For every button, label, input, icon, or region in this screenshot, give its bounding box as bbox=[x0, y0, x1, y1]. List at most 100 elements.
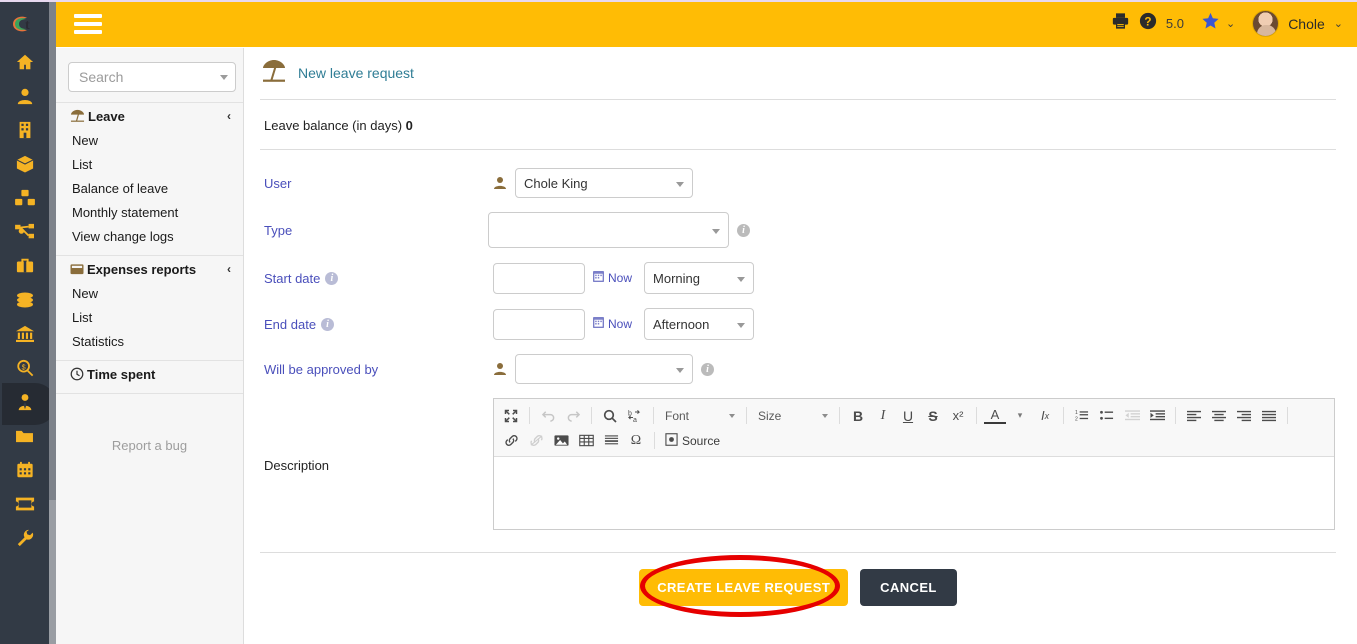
rail-item-hrm[interactable] bbox=[0, 383, 56, 425]
replace-icon[interactable]: ba bbox=[624, 405, 646, 427]
rail-scrollbar[interactable] bbox=[49, 0, 56, 644]
info-icon[interactable]: i bbox=[325, 271, 339, 285]
rail-item-stock[interactable] bbox=[0, 183, 49, 217]
chevron-down-icon[interactable] bbox=[712, 229, 720, 234]
unlink-icon[interactable] bbox=[525, 430, 547, 452]
rail-item-accounting[interactable] bbox=[0, 319, 49, 353]
rail-item-commercial[interactable] bbox=[0, 217, 49, 251]
chevron-down-icon[interactable] bbox=[737, 277, 746, 282]
source-button[interactable]: Source bbox=[662, 430, 723, 452]
chevron-left-icon[interactable]: ‹ bbox=[227, 262, 231, 276]
user-select[interactable]: Chole King bbox=[515, 168, 693, 198]
info-icon[interactable]: i bbox=[701, 362, 714, 376]
editor-body[interactable] bbox=[494, 457, 1334, 529]
rail-item-members[interactable] bbox=[0, 81, 49, 115]
search-box[interactable] bbox=[68, 62, 236, 92]
find-icon[interactable] bbox=[599, 405, 621, 427]
bookmarks-caret-icon[interactable]: ⌄ bbox=[1226, 17, 1235, 30]
rail-item-tickets[interactable] bbox=[0, 489, 49, 523]
menu-head-expenses-reports[interactable]: Expenses reports ‹ bbox=[56, 256, 243, 282]
undo-icon[interactable] bbox=[537, 405, 559, 427]
user-menu-caret-icon[interactable]: ⌄ bbox=[1334, 17, 1343, 30]
brand-logo[interactable]: t bbox=[0, 0, 49, 47]
remove-format-icon[interactable]: Ix bbox=[1034, 405, 1056, 427]
rail-item-products[interactable] bbox=[0, 149, 49, 183]
rail-item-bank-cash[interactable] bbox=[0, 285, 49, 319]
link-icon[interactable] bbox=[500, 430, 522, 452]
rail-item-agenda[interactable] bbox=[0, 455, 49, 489]
search-input[interactable] bbox=[77, 68, 217, 86]
menu-link-expenses-list[interactable]: List bbox=[56, 306, 243, 330]
menu-link-expenses-new[interactable]: New bbox=[56, 282, 243, 306]
rail-item-setup[interactable] bbox=[0, 523, 49, 557]
chevron-down-icon[interactable] bbox=[729, 413, 735, 418]
rail-scrollbar-thumb[interactable] bbox=[49, 0, 56, 500]
printer-icon[interactable] bbox=[1111, 12, 1130, 35]
table-icon[interactable] bbox=[575, 430, 597, 452]
rail-item-third-parties[interactable] bbox=[0, 115, 49, 149]
start-halfday-select[interactable]: Morning bbox=[644, 262, 755, 294]
create-leave-request-button[interactable]: CREATE LEAVE REQUEST bbox=[639, 569, 849, 606]
align-justify-icon[interactable] bbox=[1258, 405, 1280, 427]
rail-item-home[interactable] bbox=[0, 47, 49, 81]
menu-head-leave[interactable]: Leave ‹ bbox=[56, 103, 243, 129]
maximize-icon[interactable] bbox=[500, 405, 522, 427]
redo-icon[interactable] bbox=[562, 405, 584, 427]
user-name-label[interactable]: Chole bbox=[1288, 16, 1325, 32]
chevron-down-icon[interactable] bbox=[676, 368, 684, 373]
menu-head-time-spent[interactable]: Time spent bbox=[56, 361, 243, 387]
cancel-button[interactable]: CANCEL bbox=[860, 569, 957, 606]
chevron-left-icon[interactable]: ‹ bbox=[227, 109, 231, 123]
chevron-down-icon[interactable] bbox=[822, 413, 828, 418]
approver-select[interactable] bbox=[515, 354, 693, 384]
chevron-down-icon[interactable] bbox=[676, 182, 684, 187]
special-char-icon[interactable]: Ω bbox=[625, 430, 647, 452]
indent-icon[interactable] bbox=[1146, 405, 1168, 427]
font-size-select[interactable]: Size bbox=[754, 405, 832, 427]
superscript-icon[interactable]: x² bbox=[947, 405, 969, 427]
chevron-down-icon[interactable] bbox=[737, 323, 746, 328]
font-family-select[interactable]: Font bbox=[661, 405, 739, 427]
menu-link-monthly-statement[interactable]: Monthly statement bbox=[56, 201, 243, 225]
menu-link-leave-list[interactable]: List bbox=[56, 153, 243, 177]
align-center-icon[interactable] bbox=[1208, 405, 1230, 427]
avatar[interactable] bbox=[1252, 10, 1280, 37]
start-date-input[interactable] bbox=[493, 262, 585, 294]
text-color-caret-icon[interactable]: ▾ bbox=[1009, 405, 1031, 427]
end-date-control: Now Afternoon bbox=[493, 308, 755, 340]
horizontal-rule-icon[interactable] bbox=[600, 430, 622, 452]
help-question-icon[interactable]: ? bbox=[1139, 12, 1157, 35]
calendar-icon bbox=[593, 317, 604, 331]
hamburger-menu-icon[interactable] bbox=[74, 10, 102, 38]
align-left-icon[interactable] bbox=[1183, 405, 1205, 427]
strikethrough-icon[interactable]: S bbox=[922, 405, 944, 427]
menu-link-balance-of-leave[interactable]: Balance of leave bbox=[56, 177, 243, 201]
numbered-list-icon[interactable]: 12 bbox=[1071, 405, 1093, 427]
text-color-icon[interactable]: A bbox=[984, 408, 1006, 424]
menu-link-leave-new[interactable]: New bbox=[56, 129, 243, 153]
info-icon[interactable]: i bbox=[737, 223, 750, 237]
rail-item-documents[interactable] bbox=[0, 421, 49, 455]
rail-item-billing[interactable] bbox=[0, 251, 49, 285]
bookmarks-menu[interactable]: ⌄ bbox=[1201, 12, 1235, 35]
align-right-icon[interactable] bbox=[1233, 405, 1255, 427]
italic-icon[interactable]: I bbox=[872, 405, 894, 427]
menu-link-expenses-statistics[interactable]: Statistics bbox=[56, 330, 243, 354]
bulleted-list-icon[interactable] bbox=[1096, 405, 1118, 427]
end-halfday-select[interactable]: Afternoon bbox=[644, 308, 755, 340]
info-icon[interactable]: i bbox=[321, 317, 335, 331]
secondary-menu-panel: Leave ‹ New List Balance of leave Monthl… bbox=[56, 48, 244, 644]
star-icon[interactable] bbox=[1201, 12, 1220, 35]
outdent-icon[interactable] bbox=[1121, 405, 1143, 427]
image-icon[interactable] bbox=[550, 430, 572, 452]
end-date-now-button[interactable]: Now bbox=[593, 317, 632, 331]
type-select[interactable] bbox=[488, 212, 729, 248]
rail-item-donations[interactable]: $ bbox=[0, 353, 49, 387]
end-date-input[interactable] bbox=[493, 308, 585, 340]
menu-link-view-change-logs[interactable]: View change logs bbox=[56, 225, 243, 249]
report-bug-link[interactable]: Report a bug bbox=[56, 394, 243, 453]
bold-icon[interactable]: B bbox=[847, 405, 869, 427]
start-date-now-button[interactable]: Now bbox=[593, 271, 632, 285]
search-caret-icon[interactable] bbox=[220, 75, 228, 80]
underline-icon[interactable]: U bbox=[897, 405, 919, 427]
